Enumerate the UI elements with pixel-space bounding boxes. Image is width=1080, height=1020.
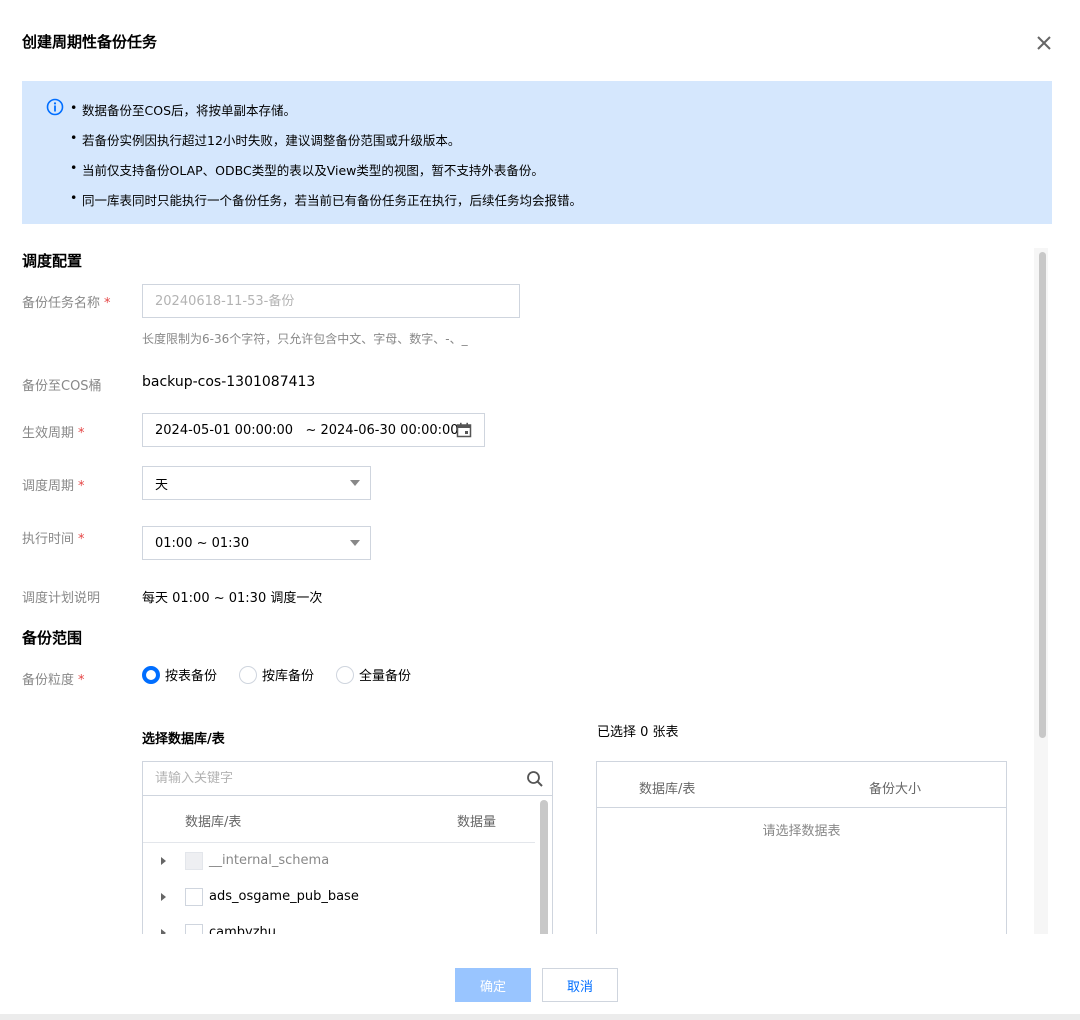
tree-row-label: ads_osgame_pub_base — [209, 889, 359, 904]
scrollbar-thumb[interactable] — [1039, 252, 1046, 738]
radio-unchecked-icon — [239, 665, 258, 684]
notice-item: 数据备份至COS后，将按单副本存储。 — [70, 100, 296, 119]
radio-by-table[interactable]: 按表备份 — [142, 665, 217, 684]
selected-header: 数据库/表 备份大小 — [597, 762, 1006, 808]
notice-box: 数据备份至COS后，将按单副本存储。 若备份实例因执行超过12小时失败，建议调整… — [22, 81, 1052, 224]
notice-item: 若备份实例因执行超过12小时失败，建议调整备份范围或升级版本。 — [70, 130, 460, 149]
expand-arrow-icon[interactable] — [161, 893, 166, 901]
radio-label: 按库备份 — [262, 669, 315, 684]
radio-label: 按表备份 — [165, 669, 218, 684]
calendar-icon[interactable] — [456, 422, 472, 438]
db-table-selector: 数据库/表 数据量 __internal_schema ads_osgame_p… — [142, 761, 553, 934]
effective-period-value: 2024-05-01 00:00:00 ~ 2024-06-30 00:00:0… — [155, 422, 459, 438]
dialog-footer: 确定 取消 — [0, 934, 1080, 1020]
search-icon[interactable] — [526, 770, 544, 788]
selected-tables-panel: 数据库/表 备份大小 请选择数据表 — [596, 761, 1007, 934]
empty-placeholder: 请选择数据表 — [762, 824, 841, 839]
task-name-input-wrapper — [142, 284, 520, 318]
effective-period-label: 生效周期 * — [22, 426, 85, 441]
plan-desc-label: 调度计划说明 — [22, 591, 101, 606]
checkbox[interactable] — [185, 924, 203, 934]
tree-row[interactable]: __internal_schema — [143, 844, 535, 880]
plan-desc-value: 每天 01:00 ~ 01:30 调度一次 — [142, 591, 323, 606]
select-db-title: 选择数据库/表 — [142, 732, 225, 747]
tree-row[interactable]: ads_osgame_pub_base — [143, 880, 535, 916]
search-box — [143, 762, 552, 796]
checkbox — [185, 852, 203, 870]
task-name-input[interactable] — [155, 293, 507, 309]
granularity-radio-group: 按表备份 按库备份 全量备份 — [142, 665, 433, 684]
checkbox[interactable] — [185, 888, 203, 906]
expand-arrow-icon[interactable] — [161, 857, 166, 865]
tree-row[interactable]: cambyzhu — [143, 916, 535, 934]
confirm-button[interactable]: 确定 — [455, 968, 531, 1002]
exec-time-value: 01:00 ~ 01:30 — [155, 535, 250, 551]
tree-row-label: cambyzhu — [209, 925, 277, 934]
chevron-down-icon — [350, 480, 360, 486]
required-mark: * — [78, 426, 85, 441]
footer-divider — [0, 1014, 1080, 1020]
exec-time-select[interactable]: 01:00 ~ 01:30 — [142, 526, 371, 560]
schedule-cycle-value: 天 — [155, 477, 169, 493]
tree-scrollbar-thumb[interactable] — [540, 800, 548, 934]
tree-header: 数据库/表 数据量 — [143, 797, 535, 843]
required-mark: * — [78, 673, 85, 688]
radio-by-database[interactable]: 按库备份 — [239, 665, 314, 684]
cancel-button[interactable]: 取消 — [542, 968, 618, 1002]
notice-item: 同一库表同时只能执行一个备份任务，若当前已有备份任务正在执行，后续任务均会报错。 — [70, 190, 582, 209]
chevron-down-icon — [350, 540, 360, 546]
schedule-cycle-label: 调度周期 * — [22, 479, 85, 494]
effective-period-picker[interactable]: 2024-05-01 00:00:00 ~ 2024-06-30 00:00:0… — [142, 413, 485, 447]
tree-column-name: 数据库/表 — [185, 815, 242, 830]
selected-count-title: 已选择 0 张表 — [597, 725, 679, 740]
required-mark: * — [78, 479, 85, 494]
task-name-label: 备份任务名称 * — [22, 296, 111, 311]
notice-item: 当前仅支持备份OLAP、ODBC类型的表以及View类型的视图，暂不支持外表备份… — [70, 160, 544, 179]
radio-full-backup[interactable]: 全量备份 — [336, 665, 411, 684]
schedule-cycle-select[interactable]: 天 — [142, 466, 371, 500]
radio-checked-icon — [142, 665, 160, 684]
form-scroll-area[interactable]: 调度配置 备份任务名称* 长度限制为6-36个字符，只允许包含中文、字母、数字、… — [0, 238, 1080, 934]
info-icon — [46, 98, 64, 116]
task-name-hint: 长度限制为6-36个字符，只允许包含中文、字母、数字、-、_ — [142, 332, 468, 346]
radio-unchecked-icon — [336, 665, 355, 684]
granularity-label: 备份粒度 * — [22, 673, 85, 688]
radio-label: 全量备份 — [359, 669, 412, 684]
close-icon[interactable] — [1034, 33, 1054, 53]
required-mark: * — [78, 532, 85, 547]
selected-column-size: 备份大小 — [869, 782, 922, 797]
search-input[interactable] — [155, 771, 540, 786]
cos-bucket-label: 备份至COS桶 — [22, 379, 102, 394]
section-title-scope: 备份范围 — [22, 629, 83, 647]
selected-column-name: 数据库/表 — [639, 782, 696, 797]
tree-column-size: 数据量 — [457, 815, 497, 830]
tree-row-label: __internal_schema — [209, 853, 330, 868]
required-mark: * — [104, 296, 111, 311]
section-title-schedule: 调度配置 — [22, 252, 83, 270]
dialog-title: 创建周期性备份任务 — [22, 33, 158, 51]
cos-bucket-value: backup-cos-1301087413 — [142, 374, 316, 390]
exec-time-label: 执行时间 * — [22, 532, 85, 547]
